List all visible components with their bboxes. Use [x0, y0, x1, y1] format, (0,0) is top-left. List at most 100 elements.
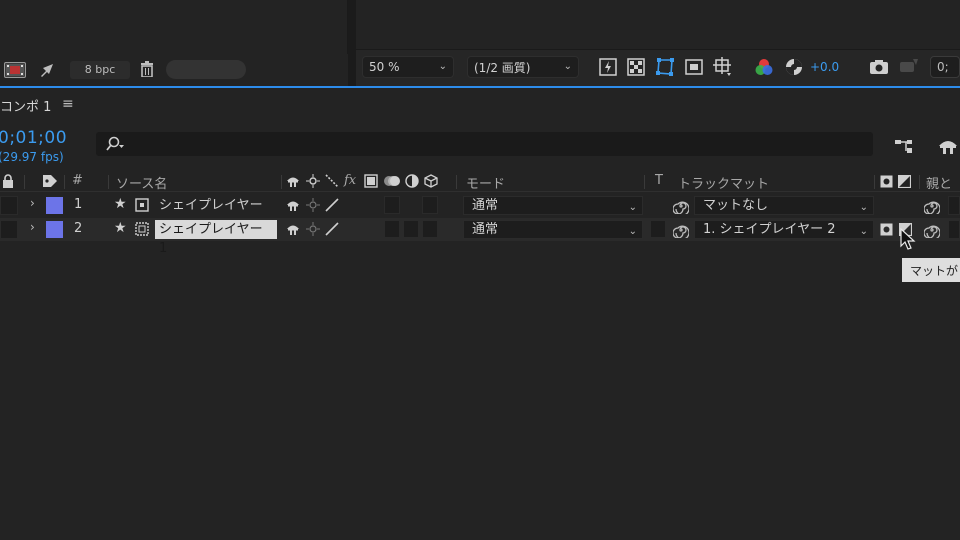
layer-column-header: # ソース名 fx モード T トラックマット 親と	[0, 172, 960, 192]
zoom-value: 50 %	[369, 60, 400, 74]
shy-switch-icon[interactable]	[286, 222, 300, 236]
track-matte-value: マットなし	[703, 198, 769, 213]
column-track-matte[interactable]: トラックマット	[678, 173, 769, 192]
3d-layer-switch[interactable]	[422, 220, 438, 238]
exposure-value[interactable]: +0.0	[810, 60, 839, 74]
layer-number: 2	[74, 221, 83, 236]
column-source-name[interactable]: ソース名	[116, 173, 167, 192]
layer-name[interactable]: シェイプレイヤー 2	[155, 196, 277, 232]
trash-icon[interactable]	[138, 60, 156, 78]
lock-switch[interactable]	[0, 220, 18, 239]
blend-mode-dropdown[interactable]: 通常 ⌄	[463, 220, 643, 239]
parent-dropdown[interactable]	[948, 196, 960, 215]
bpc-button[interactable]: 8 bpc	[70, 61, 130, 79]
track-matte-dropdown[interactable]: 1. シェイプレイヤー 2 ⌄	[694, 220, 874, 239]
panel-menu-icon[interactable]: ≡	[62, 96, 74, 112]
chevron-right-icon[interactable]: ›	[30, 196, 35, 210]
mask-path-visibility-icon[interactable]	[654, 56, 676, 78]
adjustment-switch[interactable]	[403, 220, 419, 238]
chevron-down-icon: ⌄	[628, 202, 637, 213]
shy-switch-icon[interactable]	[286, 198, 300, 212]
color-channels-icon[interactable]	[754, 57, 774, 77]
effects-fx-icon: fx	[344, 173, 357, 188]
label-color-chip[interactable]	[46, 221, 63, 238]
resolution-value: (1/2 画質)	[474, 60, 531, 75]
collapse-transform-icon	[306, 174, 320, 188]
chevron-down-icon: ⌄	[859, 202, 868, 213]
viewer-toolbar: 50 % ⌄ (1/2 画質) ⌄ +0.0 0;	[356, 50, 960, 86]
lock-switch[interactable]	[0, 196, 18, 215]
3d-layer-switch[interactable]	[422, 196, 438, 214]
layer-number: 1	[74, 197, 83, 212]
chevron-down-icon: ⌄	[859, 226, 868, 237]
lock-icon[interactable]	[2, 174, 14, 188]
fast-preview-icon[interactable]	[598, 57, 618, 77]
parent-pickwhip-icon[interactable]	[924, 198, 940, 214]
column-t[interactable]: T	[655, 173, 663, 188]
collapse-transform-icon[interactable]	[306, 222, 320, 236]
track-matte-value: 1. シェイプレイヤー 2	[703, 222, 836, 237]
layer-type-icon	[135, 198, 149, 212]
label-tag-icon[interactable]	[42, 174, 58, 188]
reset-exposure-icon[interactable]	[784, 57, 804, 77]
layer-row[interactable]: › 2 ★ シェイプレイヤー 1 通常 ⌄ 1. シェイプレイヤー 2 ⌄	[0, 218, 960, 256]
frame-blending-icon	[364, 174, 378, 188]
show-snapshot-icon[interactable]	[898, 56, 920, 76]
chevron-down-icon: ⌄	[438, 61, 447, 72]
mouse-cursor-icon	[900, 228, 916, 252]
shape-star-icon: ★	[114, 220, 127, 236]
quality-switch-icon[interactable]	[325, 198, 339, 212]
resolution-dropdown[interactable]: (1/2 画質) ⌄	[467, 56, 579, 78]
project-panel-area	[0, 0, 348, 54]
shy-layers-icon[interactable]	[936, 135, 960, 157]
chevron-down-icon: ⌄	[563, 61, 572, 72]
composition-viewer[interactable]	[356, 0, 960, 50]
shape-star-icon: ★	[114, 196, 127, 212]
chevron-right-icon[interactable]: ›	[30, 220, 35, 234]
frame-rate: (29.97 fps)	[0, 150, 64, 164]
chevron-down-icon: ⌄	[628, 226, 637, 237]
region-of-interest-icon[interactable]	[684, 57, 704, 77]
parent-dropdown[interactable]	[948, 220, 960, 239]
pickwhip-icon[interactable]	[673, 222, 689, 238]
preserve-transparency-switch[interactable]	[650, 220, 666, 238]
matte-alpha-icon	[880, 175, 893, 188]
label-color-chip[interactable]	[46, 197, 63, 214]
column-parent[interactable]: 親と	[926, 173, 952, 192]
matte-alpha-toggle-icon[interactable]	[880, 223, 893, 236]
blend-mode-value: 通常	[472, 222, 499, 237]
quality-switch-icon[interactable]	[325, 222, 339, 236]
film-icon[interactable]	[4, 62, 26, 78]
shy-switch-icon	[286, 174, 300, 188]
current-timecode[interactable]: 0;01;00	[0, 128, 67, 148]
track-matte-dropdown[interactable]: マットなし ⌄	[694, 196, 874, 215]
pickwhip-icon[interactable]	[673, 198, 689, 214]
layer-row[interactable]: › 1 ★ シェイプレイヤー 2 通常 ⌄ マットなし ⌄	[0, 194, 960, 232]
layer-name-selected[interactable]: シェイプレイヤー 1	[155, 220, 277, 256]
motion-blur-switch[interactable]	[384, 196, 400, 214]
transparency-grid-icon[interactable]	[626, 57, 646, 77]
render-queue-icon[interactable]	[38, 62, 56, 78]
guides-grid-icon[interactable]	[712, 56, 734, 78]
column-number[interactable]: #	[72, 173, 83, 188]
adjustment-layer-icon	[405, 174, 419, 188]
pane-divider[interactable]	[348, 0, 356, 86]
blend-mode-dropdown[interactable]: 通常 ⌄	[463, 196, 643, 215]
motion-blur-switch[interactable]	[384, 220, 400, 238]
search-icon[interactable]	[104, 136, 126, 152]
quality-icon	[325, 174, 339, 188]
comp-flowchart-icon[interactable]	[893, 136, 917, 156]
current-time-field[interactable]: 0;	[930, 56, 960, 78]
snapshot-camera-icon[interactable]	[868, 58, 890, 76]
column-mode[interactable]: モード	[466, 173, 505, 192]
collapse-transform-icon[interactable]	[306, 198, 320, 212]
3d-layer-icon	[424, 174, 438, 188]
motion-blur-icon	[383, 173, 401, 189]
blend-mode-value: 通常	[472, 198, 499, 213]
project-panel-footer: 8 bpc	[0, 54, 350, 84]
thumbnail-slider[interactable]	[166, 60, 246, 79]
zoom-dropdown[interactable]: 50 % ⌄	[362, 56, 454, 78]
parent-pickwhip-icon[interactable]	[924, 222, 940, 238]
layer-search-input[interactable]	[96, 132, 873, 156]
comp-tab[interactable]: コンポ 1	[0, 96, 51, 115]
